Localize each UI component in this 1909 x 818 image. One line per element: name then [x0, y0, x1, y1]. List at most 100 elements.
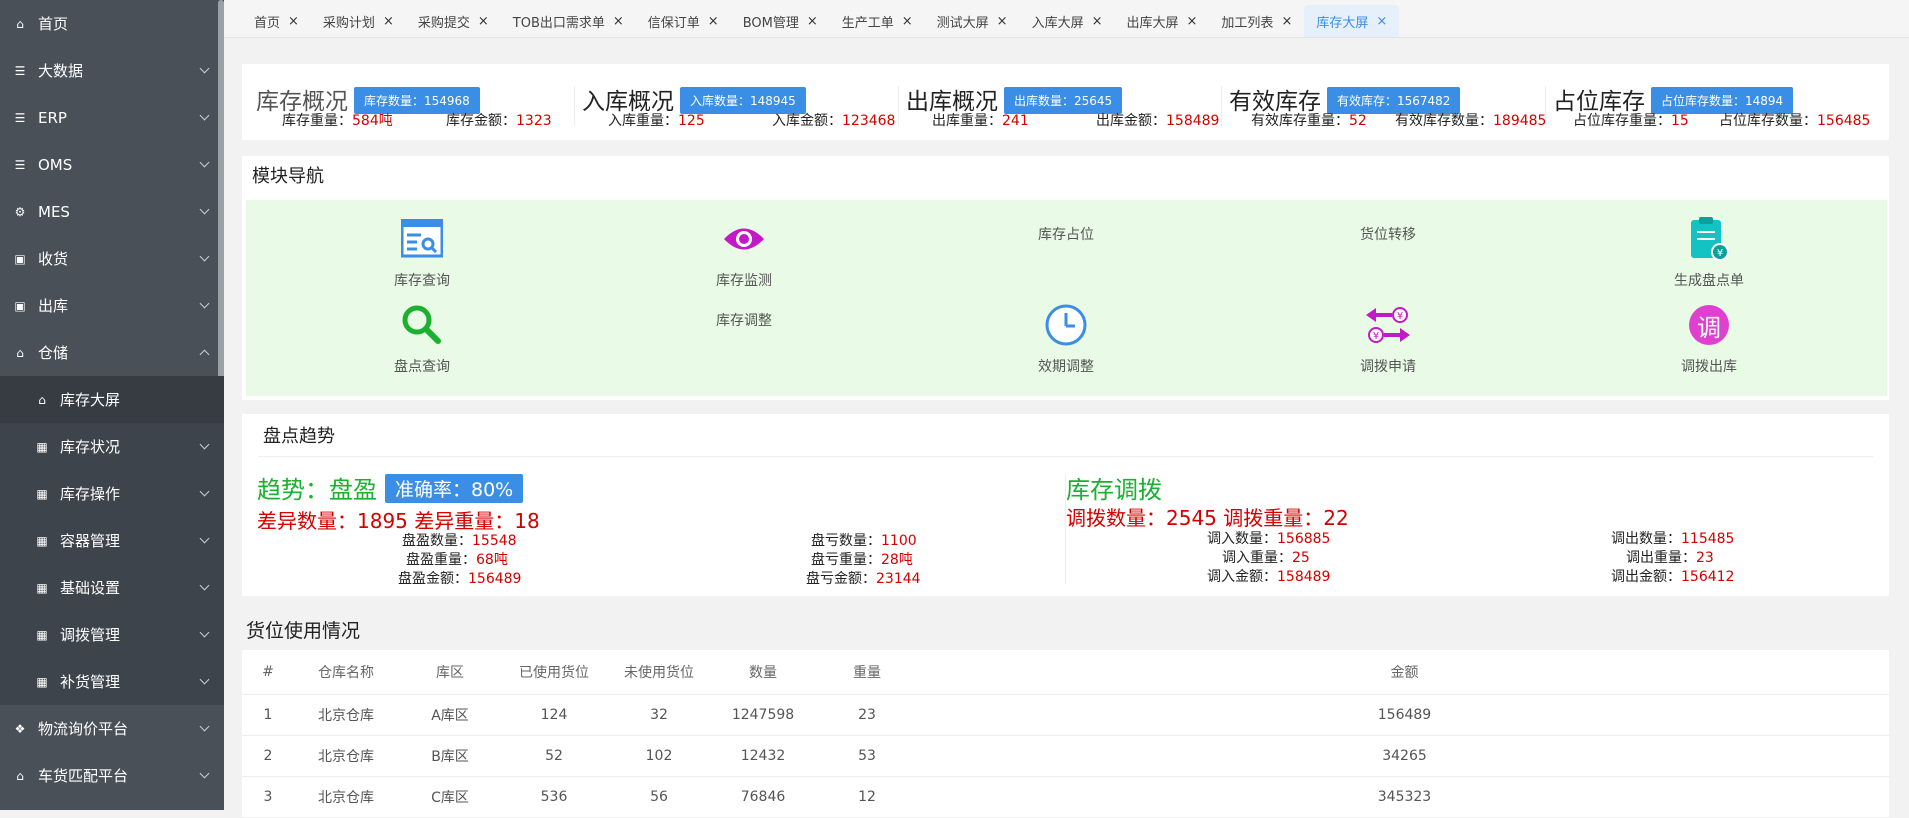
- overview-amount-label: 占位库存数量：: [1719, 113, 1817, 129]
- sidebar-item[interactable]: ⌂ 库存大屏: [0, 376, 224, 423]
- table-header-cell: 数量: [712, 650, 814, 695]
- close-icon[interactable]: ×: [807, 14, 818, 29]
- close-icon[interactable]: ×: [708, 14, 719, 29]
- sidebar-item[interactable]: ☰ 大数据: [0, 47, 224, 94]
- tab[interactable]: BOM管理 ×: [731, 5, 830, 37]
- accuracy-badge: 准确率：80%: [385, 474, 524, 503]
- sidebar-item[interactable]: ▦ 基础设置: [0, 564, 224, 611]
- close-icon[interactable]: ×: [1187, 14, 1198, 29]
- tab[interactable]: 入库大屏 ×: [1020, 5, 1115, 37]
- tab[interactable]: 加工列表 ×: [1209, 5, 1304, 37]
- sidebar-item-label: 仓储: [38, 344, 69, 362]
- tab[interactable]: 采购提交 ×: [406, 5, 501, 37]
- overview-weight: 入库重量：125: [608, 110, 705, 130]
- sidebar-item[interactable]: ⌂ 仓储: [0, 329, 224, 376]
- sidebar-item[interactable]: ▦ 容器管理: [0, 517, 224, 564]
- table-row[interactable]: 1 北京仓库 A库区 124 32 1247598 23 156489: [242, 694, 1889, 736]
- sidebar-item[interactable]: ⌂ 车货匹配平台: [0, 752, 224, 799]
- chevron-down-icon: [199, 110, 210, 121]
- overview-outbound: 出库概况 出库数量：25645 出库重量：241 出库金额：158489: [906, 64, 1226, 140]
- sidebar-item[interactable]: ☰ OMS: [0, 141, 224, 188]
- nav-transfer-out[interactable]: 调 调拨出库: [1629, 302, 1789, 376]
- overview-amount-label: 有效库存数量：: [1395, 113, 1493, 129]
- sidebar-item-label: 库存状况: [60, 438, 121, 456]
- sidebar-item[interactable]: ❖ 物流询价平台: [0, 705, 224, 752]
- close-icon[interactable]: ×: [478, 14, 489, 29]
- sidebar-item-label: 容器管理: [60, 532, 121, 550]
- close-icon[interactable]: ×: [1092, 14, 1103, 29]
- nav-stock-query[interactable]: 库存查询: [342, 216, 502, 290]
- close-icon[interactable]: ×: [1376, 14, 1387, 29]
- close-icon[interactable]: ×: [383, 14, 394, 29]
- in-weight-value: 25: [1292, 550, 1310, 566]
- sidebar-item-label: 库存大屏: [60, 391, 121, 409]
- tab-label: 采购提交: [417, 15, 470, 31]
- tab-label: 首页: [254, 15, 281, 31]
- overview-weight-label: 占位库存重量：: [1573, 113, 1671, 129]
- table-cell: A库区: [398, 694, 502, 736]
- table-cell: 102: [606, 735, 712, 777]
- sidebar-item-label: MES: [38, 202, 70, 221]
- loss-amount-value: 23144: [876, 571, 921, 587]
- table-cell: 536: [502, 776, 606, 818]
- table-cell: 76846: [712, 776, 814, 818]
- table-cell: 156489: [920, 694, 1889, 736]
- sidebar-item[interactable]: ☰ ERP: [0, 94, 224, 141]
- tab[interactable]: 信保订单 ×: [636, 5, 731, 37]
- nav-expiry-adjust[interactable]: 效期调整: [986, 302, 1146, 376]
- sidebar-item[interactable]: ▦ 库存状况: [0, 423, 224, 470]
- overview-amount-label: 库存金额：: [446, 113, 516, 129]
- tab[interactable]: 库存大屏 ×: [1304, 5, 1400, 37]
- out-qty-value: 115485: [1681, 531, 1735, 547]
- sidebar-item[interactable]: ▣ 收货: [0, 235, 224, 282]
- close-icon[interactable]: ×: [902, 14, 913, 29]
- nav-stock-adjust[interactable]: 库存调整: [664, 310, 824, 330]
- close-icon[interactable]: ×: [288, 14, 299, 29]
- nav-gen-count[interactable]: ¥ 生成盘点单: [1629, 216, 1789, 290]
- tab[interactable]: 测试大屏 ×: [925, 5, 1020, 37]
- table-cell: 52: [502, 735, 606, 777]
- table-header-cell: 未使用货位: [606, 650, 712, 695]
- tab-label: TOB出口需求单: [512, 15, 605, 31]
- tab[interactable]: TOB出口需求单 ×: [501, 5, 636, 37]
- divider: [258, 456, 1873, 457]
- chevron-down-icon: [199, 627, 210, 638]
- sidebar-item[interactable]: ▦ 库存操作: [0, 470, 224, 517]
- sidebar-item[interactable]: ▦ 调拨管理: [0, 611, 224, 658]
- table-cell: C库区: [398, 776, 502, 818]
- table-row[interactable]: 3 北京仓库 C库区 536 56 76846 12 345323: [242, 776, 1889, 818]
- trend-status: 趋势：盘盈 准确率：80%: [257, 470, 524, 505]
- sidebar-item[interactable]: ⌂ 首页: [0, 0, 224, 47]
- sidebar-item-label: 物流询价平台: [38, 720, 129, 738]
- nav-count-query[interactable]: 盘点查询: [342, 302, 502, 376]
- gear-icon: ⚙: [14, 204, 26, 219]
- transfer-out-icon: 调: [1629, 302, 1789, 348]
- in-qty-value: 156885: [1277, 531, 1331, 547]
- tab[interactable]: 首页 ×: [242, 5, 311, 37]
- tab[interactable]: 出库大屏 ×: [1115, 5, 1210, 37]
- sidebar-item[interactable]: ⚙ MES: [0, 188, 224, 235]
- close-icon[interactable]: ×: [613, 14, 624, 29]
- tab[interactable]: 生产工单 ×: [830, 5, 925, 37]
- sidebar-item-label: 首页: [38, 15, 69, 33]
- nav-transfer-apply[interactable]: ¥ ¥ 调拨申请: [1308, 302, 1468, 376]
- list-icon: ☰: [14, 157, 26, 172]
- tab-label: 入库大屏: [1031, 15, 1084, 31]
- nav-slot-transfer[interactable]: 货位转移: [1308, 224, 1468, 244]
- in-qty: 调入数量：156885: [1207, 528, 1330, 548]
- gain-weight: 盘盈重量：68吨: [406, 549, 508, 569]
- overview-weight-label: 有效库存重量：: [1251, 113, 1349, 129]
- close-icon[interactable]: ×: [1281, 14, 1292, 29]
- sidebar-item[interactable]: ▣ 出库: [0, 282, 224, 329]
- sidebar-item-label: 基础设置: [60, 579, 121, 597]
- close-icon[interactable]: ×: [997, 14, 1008, 29]
- table-row[interactable]: 2 北京仓库 B库区 52 102 12432 53 34265: [242, 735, 1889, 777]
- nav-stock-occupy[interactable]: 库存占位: [986, 224, 1146, 244]
- tab[interactable]: 采购计划 ×: [311, 5, 406, 37]
- table-cell: 北京仓库: [294, 694, 398, 736]
- sidebar: ⌂ 首页 ☰ 大数据 ☰ ERP ☰ OMS ⚙ MES ▣ 收货 ▣ 出库 ⌂ 仓储 ⌂ 库存大屏 ▦ 库存状况 ▦ 库…: [0, 0, 224, 810]
- sidebar-item[interactable]: ▦ 补货管理: [0, 658, 224, 705]
- tab-label: 采购计划: [322, 15, 375, 31]
- sidebar-item-label: 补货管理: [60, 673, 121, 691]
- nav-stock-monitor[interactable]: 库存监测: [664, 216, 824, 290]
